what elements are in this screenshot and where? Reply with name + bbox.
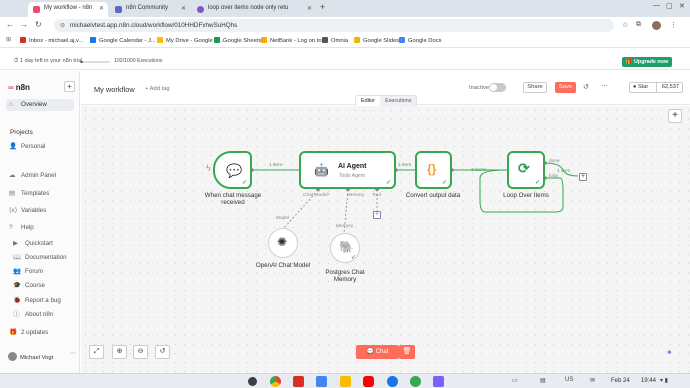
- fit-view-button[interactable]: ⤢: [89, 345, 104, 359]
- code-braces-icon: {}: [427, 162, 437, 176]
- tool-port-label: Tool: [372, 193, 381, 198]
- connection-item-count: 1 item: [557, 169, 571, 174]
- os-taskbar: ▭ ▤ US ✉ Feb 24 19:44 ▾ ▮: [0, 373, 690, 388]
- chrome-icon[interactable]: [270, 376, 281, 387]
- add-tool-button[interactable]: +: [373, 211, 381, 219]
- delete-execution-button[interactable]: 🗑: [399, 345, 415, 359]
- loop-node-label: Loop Over Items: [503, 192, 549, 199]
- loop-over-items-node[interactable]: ⟳ ✓: [507, 151, 545, 189]
- youtube-icon[interactable]: [363, 376, 374, 387]
- loop-done-label: done: [549, 159, 560, 164]
- postgres-elephant-icon: 🐘: [339, 240, 354, 254]
- zoom-in-button[interactable]: ⊕: [112, 345, 127, 359]
- openai-icon: ✺: [277, 235, 288, 249]
- success-check-icon: ✓: [534, 180, 540, 186]
- play-store-icon[interactable]: [410, 376, 421, 387]
- taskbar-time[interactable]: 19:44: [641, 378, 656, 384]
- chat-model-port-label: Chat Model*: [303, 193, 330, 198]
- model-tag-label: Model: [276, 216, 290, 221]
- meet-icon[interactable]: [387, 376, 398, 387]
- zoom-out-button[interactable]: ⊖: [133, 345, 148, 359]
- success-check-icon: ✓: [241, 180, 247, 186]
- connection-item-count: 3 items: [471, 168, 487, 173]
- gmail-icon[interactable]: [293, 376, 304, 387]
- input-locale[interactable]: US: [565, 377, 573, 383]
- ai-agent-title: AI Agent: [338, 163, 367, 170]
- postgres-node-label: Postgres Chat Memory: [325, 269, 365, 283]
- screen-capture-icon[interactable]: ▭: [512, 377, 518, 384]
- ai-agent-subtitle: Tools Agent: [339, 173, 365, 179]
- wifi-battery-icon[interactable]: ▾ ▮: [660, 377, 668, 384]
- success-check-icon: ✓: [385, 180, 391, 186]
- taskbar-date[interactable]: Feb 24: [611, 378, 630, 384]
- robot-icon: 🤖: [314, 163, 329, 177]
- app-icon[interactable]: [433, 376, 444, 387]
- clipboard-icon[interactable]: ▤: [540, 377, 546, 384]
- memory-tag-label: Memory: [336, 224, 354, 229]
- success-check-icon: ✓: [350, 255, 356, 261]
- add-after-loop-button[interactable]: +: [579, 173, 587, 181]
- chat-trigger-label: When chat message received: [204, 192, 262, 206]
- reset-zoom-button[interactable]: ↺: [155, 345, 170, 359]
- openai-chat-model-node[interactable]: ✺: [268, 228, 298, 258]
- connections-layer: [250, 161, 579, 234]
- mail-notification-icon[interactable]: ✉: [590, 377, 595, 384]
- success-check-icon: ✓: [441, 180, 447, 186]
- docs-icon[interactable]: [316, 376, 327, 387]
- trigger-bolt-icon: ϟ: [206, 163, 211, 173]
- chat-icon: 💬: [226, 163, 243, 178]
- ai-agent-node[interactable]: 🤖 AI Agent Tools Agent ✓: [299, 151, 396, 189]
- code-node[interactable]: {} ✓: [415, 151, 452, 189]
- postgres-memory-node[interactable]: 🐘 ✓: [330, 233, 360, 263]
- chat-button[interactable]: 💬 Chat: [356, 345, 399, 359]
- drive-icon[interactable]: [340, 376, 351, 387]
- launcher-icon[interactable]: [248, 377, 257, 386]
- code-node-label: Convert output data: [405, 192, 461, 199]
- memory-port-label: Memory: [347, 193, 365, 198]
- chat-trigger-node[interactable]: 💬 ✓: [213, 151, 252, 189]
- connection-item-count: 1 item: [269, 163, 283, 168]
- ai-assistant-sparkle-icon[interactable]: ✦: [666, 348, 673, 357]
- loop-arrows-icon: ⟳: [518, 160, 530, 176]
- openai-node-label: OpenAI Chat Model: [255, 262, 311, 269]
- connection-item-count: 1 item: [398, 163, 412, 168]
- loop-loop-label: loop: [549, 174, 559, 179]
